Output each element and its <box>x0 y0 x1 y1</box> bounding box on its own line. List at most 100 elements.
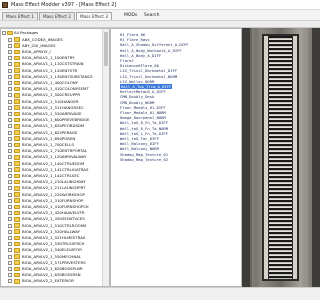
folder-icon <box>14 55 20 61</box>
expand-icon[interactable] <box>8 74 12 79</box>
expand-icon[interactable] <box>8 112 12 117</box>
folder-icon <box>14 43 20 48</box>
folder-icon <box>14 241 20 247</box>
folder-icon <box>14 260 20 265</box>
folder-icon <box>14 229 20 234</box>
folder-icon <box>14 223 20 228</box>
expand-icon[interactable] <box>8 254 12 259</box>
tree-item-label: BIOA_ARVLV2_2_EXTERIOR <box>22 278 74 284</box>
expand-icon[interactable] <box>8 260 12 265</box>
expand-icon[interactable] <box>8 93 12 98</box>
folder-icon <box>14 279 20 284</box>
toolbar-strip <box>0 21 320 28</box>
folder-icon <box>14 148 20 154</box>
tab-label: Mass Effect 2 <box>43 14 71 19</box>
menu-bar: Mass Effect 1 Mass Effect 2 Mass Effect … <box>0 10 320 21</box>
expand-icon[interactable] <box>8 149 12 154</box>
expand-icon[interactable] <box>8 180 12 185</box>
expand-icon[interactable] <box>8 198 12 203</box>
folder-icon <box>14 93 20 98</box>
texture-image <box>242 28 320 287</box>
folder-icon <box>14 136 20 141</box>
expand-icon[interactable] <box>8 105 12 110</box>
expand-icon[interactable] <box>8 236 12 241</box>
folder-icon <box>14 86 20 92</box>
tab-mass-effect-2[interactable]: Mass Effect 2 <box>39 12 75 20</box>
menu-mods[interactable]: MODs <box>124 13 137 18</box>
expand-icon[interactable] <box>8 68 12 73</box>
expand-icon[interactable] <box>8 279 12 284</box>
folder-icon <box>14 210 20 216</box>
expand-icon[interactable] <box>8 130 12 135</box>
expand-icon[interactable] <box>8 81 12 86</box>
expand-icon[interactable] <box>8 211 12 216</box>
folder-icon <box>14 173 20 179</box>
expand-icon[interactable] <box>8 167 12 172</box>
expand-icon[interactable] <box>8 174 12 179</box>
expand-icon[interactable] <box>8 155 12 160</box>
folder-icon <box>14 142 20 148</box>
folder-icon <box>14 130 20 135</box>
expand-icon[interactable] <box>8 143 12 148</box>
status-bar <box>0 287 320 300</box>
expand-icon[interactable] <box>8 37 12 42</box>
folder-icon <box>14 74 20 79</box>
expand-icon[interactable] <box>8 87 12 92</box>
expand-icon[interactable] <box>8 136 12 141</box>
expand-icon[interactable] <box>8 124 12 129</box>
folder-icon <box>14 62 20 67</box>
expand-icon[interactable] <box>8 248 12 253</box>
export-list[interactable]: HI_Flare_06 HI_Flare_Rays Hall_A_Shadow_Di… <box>110 28 242 287</box>
folder-icon <box>14 266 20 272</box>
export-item[interactable]: Shadow_Map_Texture_02 <box>120 157 168 162</box>
window-title: Mass Effect Modder v397 - [Mass Effect 2… <box>11 2 117 8</box>
package-tree[interactable]: All Packages ABK_CODEX_IMAGES ABY_GUI_IMA… <box>0 28 110 287</box>
app-icon <box>2 2 8 8</box>
folder-icon <box>14 124 20 129</box>
title-bar: Mass Effect Modder v397 - [Mass Effect 2… <box>0 0 320 10</box>
folder-icon <box>14 111 20 117</box>
folder-icon <box>14 217 20 222</box>
folder-icon <box>14 192 20 197</box>
folder-icon <box>14 117 20 123</box>
folder-icon <box>14 254 20 259</box>
expand-icon[interactable] <box>8 217 12 222</box>
tab-mass-effect-1[interactable]: Mass Effect 1 <box>2 12 38 20</box>
folder-icon <box>14 167 20 172</box>
folder-icon <box>14 186 20 191</box>
expand-icon[interactable] <box>8 118 12 123</box>
folder-icon <box>14 155 20 160</box>
expand-icon[interactable] <box>8 43 12 48</box>
folder-icon <box>14 272 20 278</box>
folder-icon <box>14 68 20 73</box>
expand-icon[interactable] <box>8 56 12 61</box>
folder-icon <box>14 248 20 253</box>
expand-icon[interactable] <box>8 62 12 67</box>
tab-label: Mass Effect 1 <box>6 14 34 19</box>
collapse-icon[interactable] <box>2 31 6 36</box>
menu-search[interactable]: Search <box>144 13 159 18</box>
expand-icon[interactable] <box>8 223 12 228</box>
expand-icon[interactable] <box>8 186 12 191</box>
expand-icon[interactable] <box>8 242 12 247</box>
folder-icon <box>14 235 20 241</box>
tree-item[interactable]: BIOA_ARVLV2_2_EXTERIOR <box>1 278 103 285</box>
folder-icon <box>14 99 20 104</box>
scroll-thumb[interactable] <box>104 32 108 66</box>
folder-icon <box>14 37 20 42</box>
expand-icon[interactable] <box>8 229 12 234</box>
expand-icon[interactable] <box>8 50 12 55</box>
expand-icon[interactable] <box>8 205 12 210</box>
expand-icon[interactable] <box>8 273 12 278</box>
folder-icon <box>14 80 20 86</box>
expand-icon[interactable] <box>8 192 12 197</box>
folder-icon <box>7 30 13 36</box>
expand-icon[interactable] <box>8 99 12 104</box>
folder-icon <box>14 198 20 203</box>
tab-mass-effect-3[interactable]: Mass Effect 3 <box>76 12 112 20</box>
expand-icon[interactable] <box>8 267 12 272</box>
tree-scrollbar[interactable] <box>102 29 109 286</box>
tab-label: Mass Effect 3 <box>80 14 108 19</box>
expand-icon[interactable] <box>8 161 12 166</box>
folder-icon <box>14 105 20 110</box>
